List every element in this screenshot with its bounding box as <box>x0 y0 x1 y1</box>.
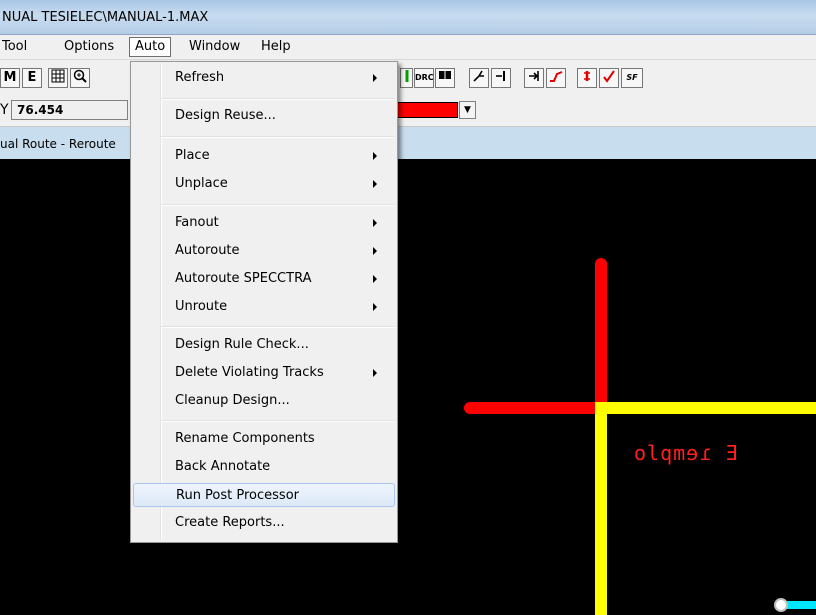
submenu-arrow-icon <box>373 180 377 188</box>
menu-item-rename-components[interactable]: Rename Components <box>133 427 395 451</box>
submenu-arrow-icon <box>373 369 377 377</box>
menu-item-label: Unplace <box>175 176 228 191</box>
menu-item-label: Autoroute <box>175 243 240 258</box>
menu-item-label: Delete Violating Tracks <box>175 365 324 380</box>
window-title: NUAL TESIELEC\MANUAL-1.MAX <box>2 10 209 25</box>
route-check-icon[interactable] <box>546 68 566 88</box>
menu-item-delete-violating-tracks[interactable]: Delete Violating Tracks <box>133 361 395 385</box>
menu-item-label: Back Annotate <box>175 459 271 474</box>
toolbar-e-icon[interactable]: E <box>22 68 42 88</box>
menu-item-design-rule-check[interactable]: Design Rule Check... <box>133 333 395 357</box>
toolbar: M E DRC SF <box>0 60 816 96</box>
menu-item-fanout[interactable]: Fanout <box>133 211 395 235</box>
mirrored-silkscreen-text: olqmɘɾ Ǝ <box>634 441 739 465</box>
title-bar: NUAL TESIELEC\MANUAL-1.MAX <box>0 0 816 35</box>
pad-icon[interactable] <box>435 68 455 88</box>
submenu-arrow-icon <box>373 303 377 311</box>
violation-icon[interactable] <box>577 68 597 88</box>
sf-icon[interactable]: SF <box>621 68 643 88</box>
menu-help[interactable]: Help <box>261 39 291 55</box>
auto-menu-dropdown: Refresh Design Reuse... Place Unplace Fa… <box>130 61 398 543</box>
menu-tool[interactable]: Tool <box>2 39 27 55</box>
y-coordinate-field: 76.454 <box>11 100 128 120</box>
mode-status-text: ual Route - Reroute <box>0 137 116 151</box>
menu-item-autoroute[interactable]: Autoroute <box>133 239 395 263</box>
menu-item-back-annotate[interactable]: Back Annotate <box>133 455 395 479</box>
menu-separator <box>161 420 395 422</box>
menu-item-label: Run Post Processor <box>176 488 300 503</box>
menu-item-label: Design Reuse... <box>175 108 276 123</box>
menu-item-unroute[interactable]: Unroute <box>133 295 395 319</box>
submenu-arrow-icon <box>373 152 377 160</box>
route-icon[interactable] <box>400 68 413 88</box>
menu-auto[interactable]: Auto <box>129 37 172 57</box>
submenu-arrow-icon <box>373 275 377 283</box>
menu-separator <box>161 98 395 100</box>
drc-check-icon[interactable] <box>599 68 619 88</box>
submenu-arrow-icon <box>373 219 377 227</box>
menu-item-label: Cleanup Design... <box>175 393 290 408</box>
move-icon[interactable] <box>524 68 544 88</box>
menu-item-cleanup-design[interactable]: Cleanup Design... <box>133 389 395 413</box>
menu-separator <box>161 204 395 206</box>
mode-status-strip: ual Route - Reroute <box>0 127 816 159</box>
menu-item-place[interactable]: Place <box>133 144 395 168</box>
menu-item-label: Place <box>175 148 210 163</box>
menu-item-label: Unroute <box>175 299 228 314</box>
menu-item-label: Autoroute SPECCTRA <box>175 271 312 286</box>
trace-icon[interactable] <box>469 68 489 88</box>
menu-window[interactable]: Window <box>189 39 240 55</box>
menu-item-autoroute-specctra[interactable]: Autoroute SPECCTRA <box>133 267 395 291</box>
chevron-down-icon[interactable]: ▼ <box>459 101 476 119</box>
menu-item-label: Create Reports... <box>175 515 285 530</box>
y-coordinate-label: Y <box>0 102 9 118</box>
menu-item-create-reports[interactable]: Create Reports... <box>133 511 395 535</box>
toolbar-m-icon[interactable]: M <box>0 68 20 88</box>
menu-item-run-post-processor[interactable]: Run Post Processor <box>133 483 395 507</box>
menu-item-label: Refresh <box>175 70 225 85</box>
grid-icon[interactable] <box>48 68 68 88</box>
menu-item-design-reuse[interactable]: Design Reuse... <box>133 104 395 128</box>
layer-color-swatch[interactable] <box>396 102 458 118</box>
drc-icon[interactable]: DRC <box>414 68 434 88</box>
menu-item-unplace[interactable]: Unplace <box>133 172 395 196</box>
connect-icon[interactable] <box>491 68 511 88</box>
menu-item-label: Design Rule Check... <box>175 337 309 352</box>
submenu-arrow-icon <box>373 74 377 82</box>
submenu-arrow-icon <box>373 247 377 255</box>
menu-separator <box>161 136 395 138</box>
via-pad <box>774 598 788 612</box>
coordinate-bar: Y 76.454 ▼ <box>0 96 816 127</box>
menu-separator <box>161 326 395 328</box>
menu-options[interactable]: Options <box>64 39 114 55</box>
menu-item-label: Fanout <box>175 215 219 230</box>
menu-item-label: Rename Components <box>175 431 315 446</box>
menu-bar: Tool Options Auto Window Help <box>0 35 816 60</box>
pcb-canvas[interactable]: olqmɘɾ Ǝ <box>0 159 816 615</box>
menu-item-refresh[interactable]: Refresh <box>133 66 395 90</box>
zoom-in-icon[interactable] <box>70 68 90 88</box>
